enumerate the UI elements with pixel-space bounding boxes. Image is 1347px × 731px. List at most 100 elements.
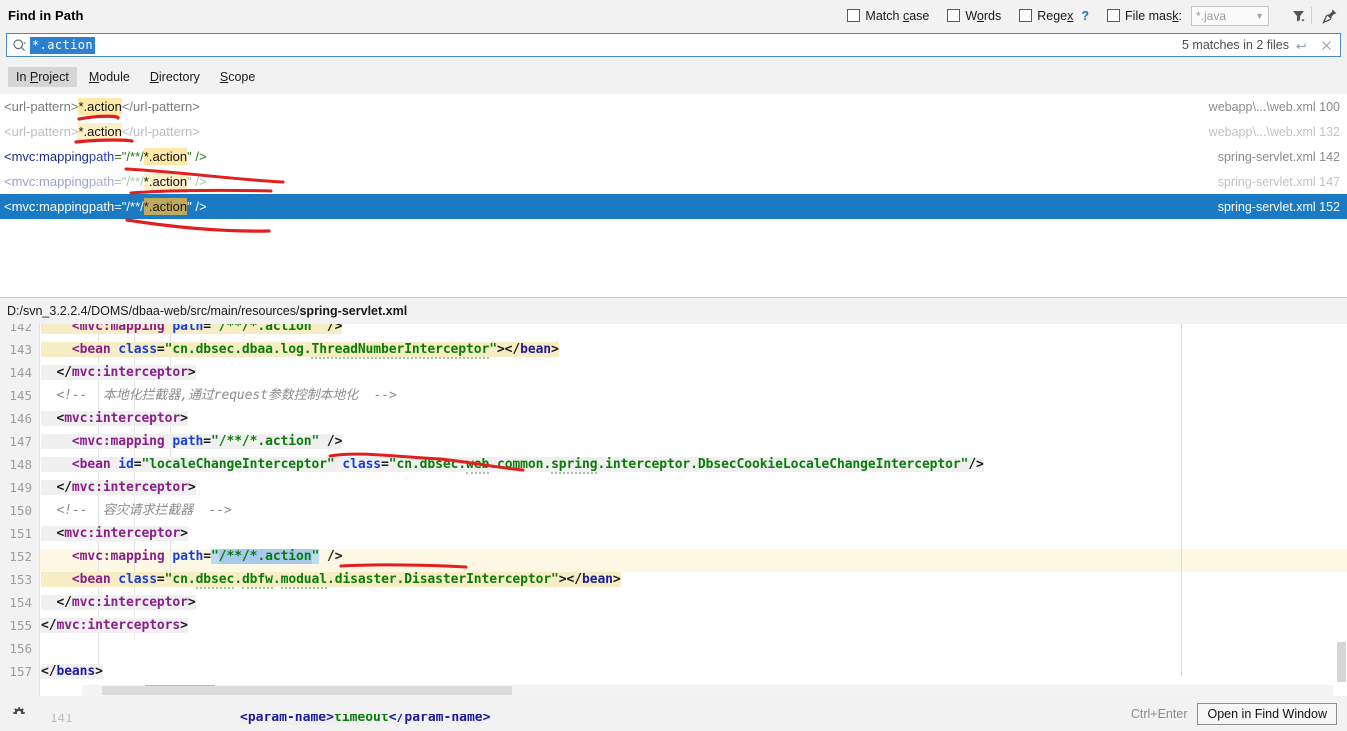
code-token: ="/**/ bbox=[114, 149, 144, 164]
scope-tab-scope[interactable]: Scope bbox=[212, 67, 263, 87]
result-row-text: <url-pattern> *.action </url-pattern> bbox=[4, 98, 200, 115]
line-number: 152 bbox=[9, 549, 32, 564]
scope-tab-module[interactable]: Module bbox=[81, 67, 138, 87]
code-line-152: <mvc:mapping path="/**/*.action" /> bbox=[41, 549, 343, 564]
code-token: path bbox=[88, 199, 115, 214]
match-case-option[interactable]: Match case bbox=[847, 9, 929, 23]
line-number: 151 bbox=[9, 526, 32, 541]
result-row-text: <mvc:mapping path ="/**/*.action " /> bbox=[4, 173, 207, 190]
regex-option[interactable]: Regex ? bbox=[1019, 9, 1089, 23]
words-checkbox[interactable] bbox=[947, 9, 961, 22]
search-row: *.action 5 matches in 2 files bbox=[0, 31, 1347, 59]
background-line-number: 141 bbox=[50, 714, 73, 725]
code-token: </url-pattern> bbox=[121, 124, 200, 139]
match-case-checkbox[interactable] bbox=[847, 9, 861, 22]
search-options-group: Match case Words Regex ? File mask: *.ja… bbox=[847, 0, 1347, 31]
file-mask-dropdown[interactable]: *.java ▼ bbox=[1191, 5, 1269, 26]
code-line-155: </mvc:interceptors> bbox=[41, 618, 188, 633]
line-number: 156 bbox=[9, 641, 32, 656]
background-editor-bleed: 141 <param-name>timeout</param-name> bbox=[0, 714, 1347, 731]
scope-tab-bar: In Project Module Directory Scope bbox=[0, 59, 1347, 94]
code-line-143: <bean class="cn.dbsec.dbaa.log.ThreadNum… bbox=[41, 342, 559, 359]
search-results-list[interactable]: <url-pattern> *.action </url-pattern> webap… bbox=[0, 94, 1347, 297]
line-number-gutter: 142 143 144 145 146 147 148 149 150 151 152 153 154 1… bbox=[0, 324, 40, 696]
result-row[interactable]: <mvc:mapping path ="/**/*.action " /> sprin… bbox=[0, 169, 1347, 194]
page-title: Find in Path bbox=[8, 8, 84, 23]
code-token: " /> bbox=[187, 199, 207, 214]
result-row[interactable]: <mvc:mapping path ="/**/*.action " /> sprin… bbox=[0, 144, 1347, 169]
match-highlight: *.action bbox=[143, 148, 188, 165]
code-token: ="/**/ bbox=[114, 199, 144, 214]
filter-funnel-icon[interactable] bbox=[1287, 4, 1309, 28]
file-mask-checkbox[interactable] bbox=[1107, 9, 1121, 22]
horizontal-scrollbar[interactable] bbox=[82, 685, 1333, 696]
code-token: <url-pattern> bbox=[4, 99, 79, 114]
code-line-154: </mvc:interceptor> bbox=[41, 595, 196, 610]
code-token: <url-pattern> bbox=[4, 124, 79, 139]
scope-tab-directory[interactable]: Directory bbox=[142, 67, 208, 87]
pin-icon[interactable] bbox=[1319, 4, 1341, 28]
file-path-prefix: D:/svn_3.2.2.4/DOMS/dbaa-web/src/main/re… bbox=[7, 304, 300, 318]
code-text-area[interactable]: <mvc:mapping path="/**/*.action" /> <bea… bbox=[41, 324, 1347, 696]
rerun-search-icon[interactable] bbox=[1291, 33, 1313, 57]
search-magnifier-icon bbox=[9, 38, 29, 53]
match-highlight: *.action bbox=[143, 198, 188, 215]
match-highlight: *.action bbox=[143, 173, 188, 190]
line-number: 153 bbox=[9, 572, 32, 587]
find-in-path-dialog: Find in Path Match case Words Regex ? Fi… bbox=[0, 0, 1347, 731]
result-row[interactable]: <url-pattern> *.action </url-pattern> webap… bbox=[0, 94, 1347, 119]
horizontal-scrollbar-thumb[interactable] bbox=[102, 686, 512, 695]
code-line-153: <bean class="cn.dbsec.dbfw.modual.disast… bbox=[41, 572, 621, 589]
file-mask-value: *.java bbox=[1196, 8, 1227, 23]
file-path-filename: spring-servlet.xml bbox=[299, 304, 408, 318]
file-mask-option[interactable]: File mask: *.java ▼ bbox=[1107, 5, 1269, 26]
code-line-149: </mvc:interceptor> bbox=[41, 480, 196, 495]
code-line-157: </beans> bbox=[41, 664, 103, 679]
result-row-text: <url-pattern> *.action </url-pattern> bbox=[4, 123, 200, 140]
code-token: path bbox=[88, 149, 115, 164]
code-token: <mvc:mapping bbox=[4, 199, 89, 214]
close-icon[interactable] bbox=[1315, 33, 1337, 57]
right-margin-guide bbox=[1181, 324, 1182, 676]
code-token: " /> bbox=[187, 174, 207, 189]
code-token: <mvc:mapping bbox=[4, 174, 89, 189]
result-file-location: webapp\...\web.xml 100 bbox=[1208, 99, 1340, 114]
code-line-145: <!-- 本地化拦截器,通过request参数控制本地化 --> bbox=[41, 388, 397, 403]
regex-label: Regex bbox=[1037, 8, 1074, 23]
line-number: 144 bbox=[9, 365, 32, 380]
background-gutter bbox=[0, 714, 40, 731]
code-token: <mvc:mapping bbox=[4, 149, 89, 164]
search-input-value[interactable]: *.action bbox=[30, 36, 95, 54]
chevron-down-icon: ▼ bbox=[1255, 10, 1264, 21]
line-number: 157 bbox=[9, 664, 32, 679]
code-line-148: <bean id="localeChangeInterceptor" class… bbox=[41, 457, 984, 474]
words-option[interactable]: Words bbox=[947, 9, 1001, 23]
line-number: 145 bbox=[9, 388, 32, 403]
result-row[interactable]: <mvc:mapping path ="/**/*.action " /> sprin… bbox=[0, 194, 1347, 219]
line-number: 142 bbox=[9, 324, 32, 334]
code-line-151: <mvc:interceptor> bbox=[41, 526, 188, 541]
code-token: path bbox=[88, 174, 115, 189]
result-row-text: <mvc:mapping path ="/**/*.action " /> bbox=[4, 198, 207, 215]
line-number: 146 bbox=[9, 411, 32, 426]
background-code-line: <param-name>timeout</param-name> bbox=[240, 714, 491, 725]
result-file-location: spring-servlet.xml 152 bbox=[1217, 199, 1340, 214]
code-token: " /> bbox=[187, 149, 207, 164]
line-number: 154 bbox=[9, 595, 32, 610]
regex-checkbox[interactable] bbox=[1019, 9, 1033, 22]
result-row[interactable]: <url-pattern> *.action </url-pattern> webap… bbox=[0, 119, 1347, 144]
code-line-142: <mvc:mapping path="/**/*.action" /> bbox=[41, 324, 342, 338]
code-preview-pane[interactable]: 142 143 144 145 146 147 148 149 150 151 152 153 154 1… bbox=[0, 324, 1347, 696]
scope-tab-in-project[interactable]: In Project bbox=[8, 66, 77, 87]
code-line-150: <!-- 容灾请求拦截器 --> bbox=[41, 503, 232, 518]
result-file-location: webapp\...\web.xml 132 bbox=[1208, 124, 1340, 139]
regex-help-link[interactable]: ? bbox=[1081, 9, 1089, 23]
line-number: 155 bbox=[9, 618, 32, 633]
vertical-scrollbar-thumb[interactable] bbox=[1337, 642, 1346, 682]
line-number: 143 bbox=[9, 342, 32, 357]
code-line-144: </mvc:interceptor> bbox=[41, 365, 196, 380]
toolbar-divider bbox=[1311, 7, 1312, 24]
line-number: 149 bbox=[9, 480, 32, 495]
match-highlight: *.action bbox=[78, 98, 122, 115]
search-input[interactable]: *.action 5 matches in 2 files bbox=[6, 33, 1341, 57]
